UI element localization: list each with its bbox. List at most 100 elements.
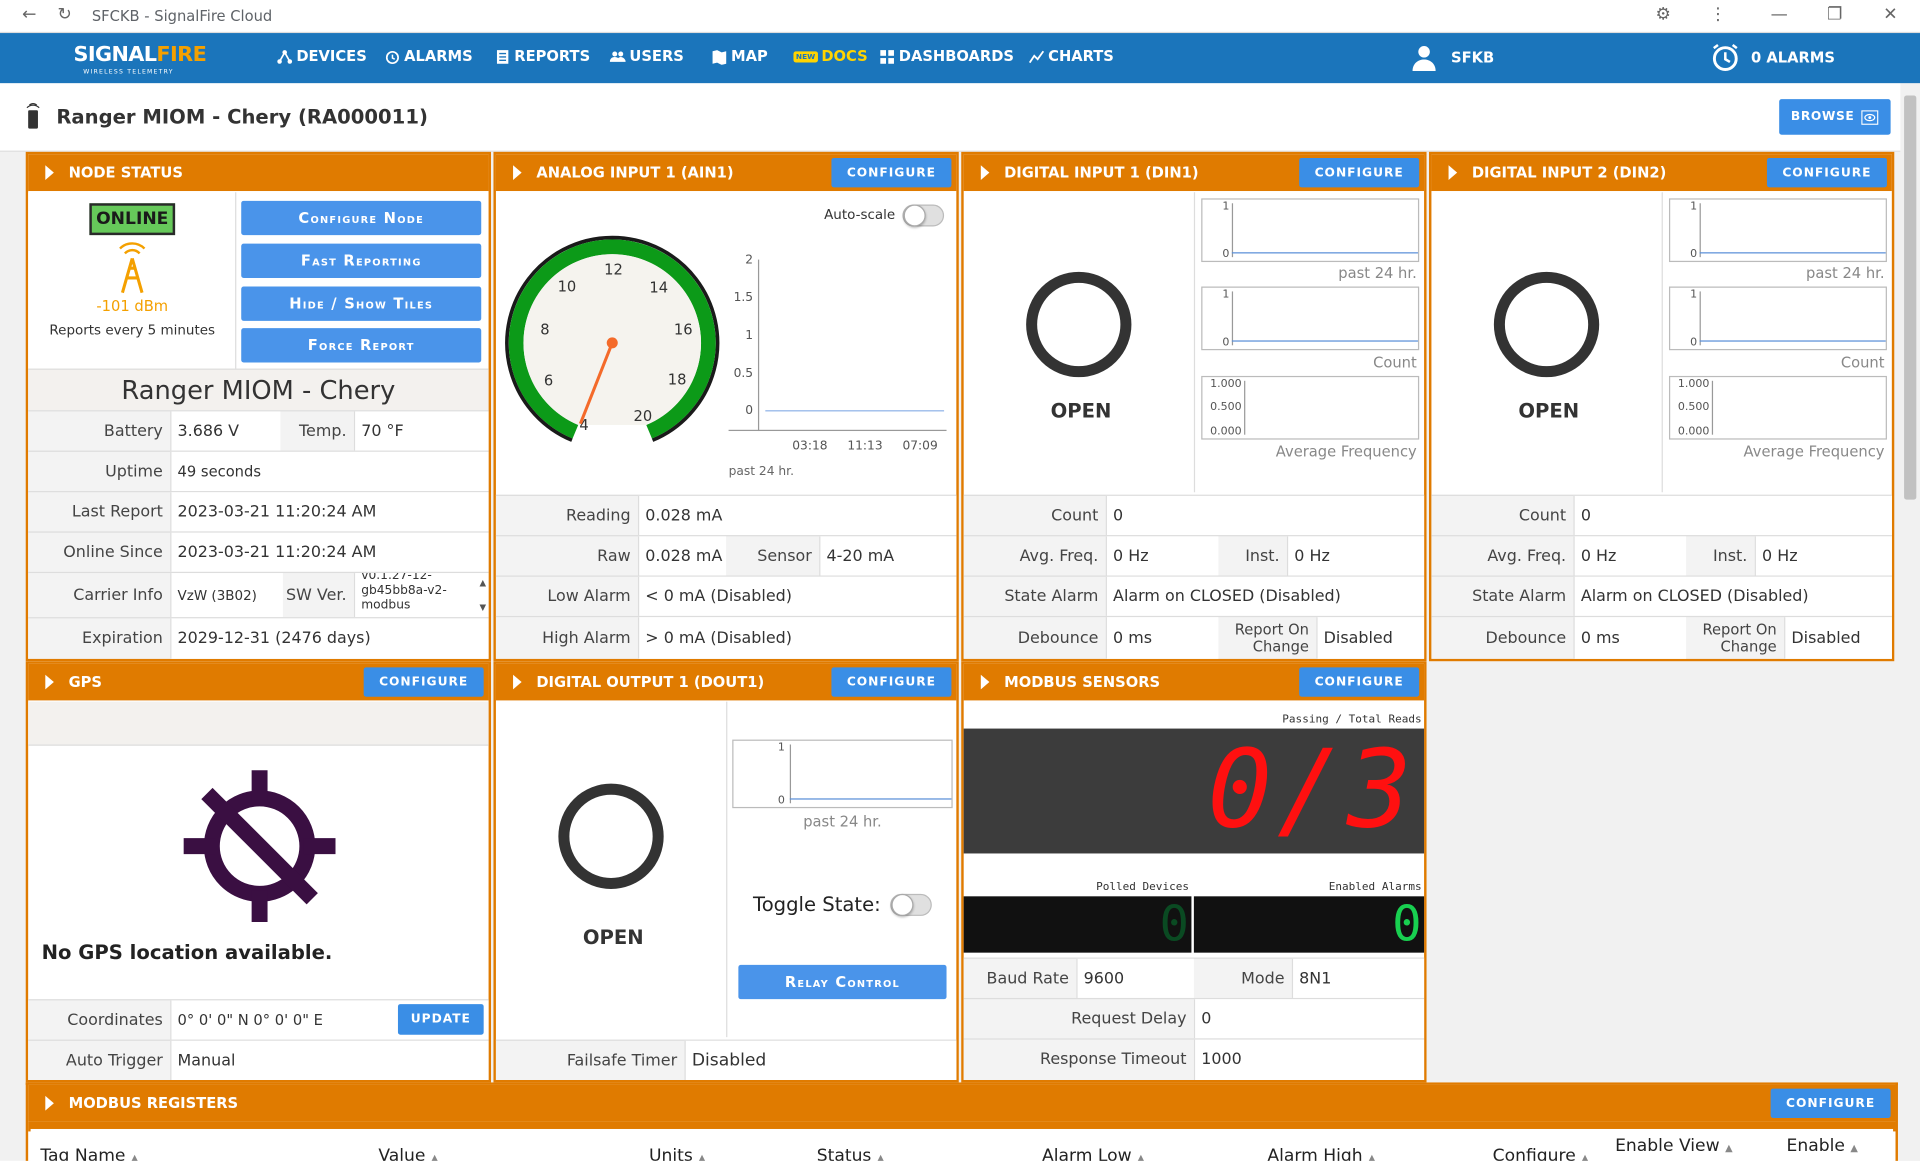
collapse-caret-icon[interactable] [980, 674, 990, 690]
nav-charts[interactable]: CHARTS [1028, 48, 1114, 65]
gauge-tick: 10 [558, 278, 577, 295]
request-delay-row: Request Delay 0 [963, 997, 1425, 1039]
user-icon [1412, 46, 1436, 72]
collapse-caret-icon[interactable] [1448, 165, 1458, 181]
force-report-button[interactable]: Force Report [241, 328, 482, 363]
gauge-tick: 16 [674, 321, 693, 338]
sw-version-field[interactable]: v0.1.27-12-gb45bb8a-v2-modbus ▲ ▼ [353, 573, 489, 618]
signalfire-logo[interactable]: SIGNALFIRE WIRELESS TELEMETRY [71, 40, 206, 77]
scrollbar-thumb[interactable] [1904, 95, 1917, 500]
nav-dashboards[interactable]: DASHBOARDS [879, 48, 1014, 65]
sensor-label: Sensor [757, 546, 812, 566]
column-label: Alarm High [1267, 1146, 1363, 1161]
scroll-down-icon[interactable]: ▼ [480, 600, 487, 615]
count-label: Count [1051, 506, 1099, 525]
back-icon[interactable]: ← [22, 5, 36, 25]
sw-version-value: v0.1.27-12-gb45bb8a-v2-modbus [361, 573, 447, 613]
column-header[interactable]: Value ▲ [378, 1146, 438, 1161]
configure-node-button[interactable]: Configure Node [241, 200, 482, 236]
menu-icon[interactable]: ⋮ [1709, 5, 1726, 25]
relay-control-button[interactable]: Relay Control [738, 964, 947, 1000]
state-alarm-label: State Alarm [1004, 587, 1099, 606]
registers-header[interactable]: MODBUS REGISTERS [28, 1084, 1896, 1122]
autoscale-label: Auto-scale [824, 206, 896, 223]
failsafe-label: Failsafe Timer [566, 1051, 678, 1070]
nav-docs[interactable]: NEW DOCS [793, 48, 868, 65]
extensions-icon[interactable]: ⚙ [1656, 5, 1671, 25]
toggle-state-switch[interactable] [890, 893, 932, 916]
hide-show-tiles-button[interactable]: Hide / Show Tiles [241, 286, 482, 321]
expiration-label: Expiration [82, 629, 163, 648]
y-tick: 1 [745, 329, 754, 343]
x-tick: 11:13 [847, 439, 883, 454]
collapse-caret-icon[interactable] [513, 674, 522, 690]
column-header[interactable]: Enable ▲ [1787, 1136, 1858, 1156]
collapse-caret-icon[interactable] [980, 165, 990, 181]
registers-configure-button[interactable]: CONFIGURE [1770, 1088, 1891, 1118]
nav-user[interactable]: SFKB [1411, 44, 1494, 72]
window-title: SFCKB - SignalFire Cloud [91, 7, 273, 25]
restore-icon[interactable]: ❐ [1827, 5, 1842, 25]
nav-devices[interactable]: DEVICES [277, 48, 367, 65]
nav-alarms[interactable]: ALARMS [384, 48, 473, 65]
gauge-hub [606, 337, 618, 349]
coordinates-text: 0° 0' 0" N 0° 0' 0" E [177, 1011, 323, 1029]
nav-alarm-count[interactable]: 0 ALARMS [1711, 43, 1835, 72]
alarm-count-label: 0 ALARMS [1751, 48, 1835, 67]
browser-titlebar: ← ↻ SFCKB - SignalFire Cloud ⚙ ⋮ — ❐ ✕ [0, 0, 1920, 34]
sort-icon: ▲ [430, 1152, 439, 1161]
column-header[interactable]: Units ▲ [649, 1146, 706, 1161]
gps-configure-button[interactable]: CONFIGURE [363, 667, 484, 697]
autoscale-toggle[interactable] [902, 204, 945, 227]
scroll-up-icon[interactable]: ▲ [480, 576, 487, 591]
column-header[interactable]: Enable View ▲ [1615, 1136, 1733, 1156]
inst-label: Inst. [1245, 546, 1280, 566]
y-tick: 1 [1222, 200, 1230, 214]
ain1-panel: ANALOG INPUT 1 (AIN1) CONFIGURE Auto-sca… [493, 151, 959, 662]
inst-value: 0 Hz [1754, 536, 1892, 576]
page-title: Ranger MIOM - Chery (RA000011) [56, 105, 428, 129]
y-tick: 0.000 [1210, 426, 1242, 439]
collapse-caret-icon[interactable] [513, 165, 522, 181]
minimize-icon[interactable]: — [1771, 5, 1788, 25]
din1-state-chart: 10 [1201, 198, 1420, 263]
modbus-configure-button[interactable]: CONFIGURE [1299, 667, 1420, 697]
nav-map[interactable]: MAP [711, 48, 768, 65]
din2-configure-button[interactable]: CONFIGURE [1766, 157, 1887, 188]
collapse-caret-icon[interactable] [45, 674, 54, 690]
inst-label: Inst. [1712, 546, 1748, 566]
nav-reports[interactable]: REPORTS [495, 48, 590, 65]
column-header[interactable]: Configure ▲ [1493, 1146, 1589, 1161]
node-status-header[interactable]: NODE STATUS [28, 154, 489, 192]
avg-freq-value: 0 Hz [1105, 536, 1219, 576]
page-scrollbar[interactable] [1900, 83, 1920, 1161]
sensor-value: 4-20 mA [819, 536, 957, 576]
fast-reporting-button[interactable]: Fast Reporting [241, 243, 482, 278]
debounce-row: Debounce 0 ms Report On Change Disabled [963, 615, 1425, 659]
column-header[interactable]: Tag Name ▲ [40, 1146, 138, 1161]
din1-state-indicator [1026, 271, 1132, 378]
column-header[interactable]: Alarm High ▲ [1267, 1146, 1375, 1161]
y-tick: 1 [1222, 288, 1230, 302]
update-button[interactable]: UPDATE [397, 1004, 484, 1035]
close-icon[interactable]: ✕ [1883, 5, 1897, 25]
column-header[interactable]: Status ▲ [817, 1146, 885, 1161]
dout1-configure-button[interactable]: CONFIGURE [831, 667, 952, 697]
ain1-configure-button[interactable]: CONFIGURE [831, 157, 952, 188]
carrier-row: Carrier Info VzW (3B02) SW Ver. v0.1.27-… [28, 571, 489, 618]
charts-icon [1028, 50, 1045, 63]
expiration-value: 2029-12-31 (2476 days) [170, 618, 489, 659]
gps-panel: GPS CONFIGURE No GPS location available.… [25, 661, 492, 1083]
din1-configure-button[interactable]: CONFIGURE [1299, 157, 1420, 188]
collapse-caret-icon[interactable] [45, 165, 54, 181]
baud-value: 9600 [1076, 958, 1194, 998]
reload-icon[interactable]: ↻ [58, 5, 72, 25]
sort-icon: ▲ [1850, 1142, 1858, 1154]
auto-trigger-label: Auto Trigger [65, 1051, 163, 1070]
nav-users[interactable]: USERS [609, 48, 684, 65]
collapse-caret-icon[interactable] [45, 1095, 54, 1111]
column-header[interactable]: Alarm Low ▲ [1042, 1146, 1145, 1161]
online-since-row: Online Since 2023-03-21 11:20:24 AM [28, 531, 489, 572]
browse-button[interactable]: BROWSE [1779, 99, 1891, 135]
logo-accent: FIRE [156, 42, 207, 68]
